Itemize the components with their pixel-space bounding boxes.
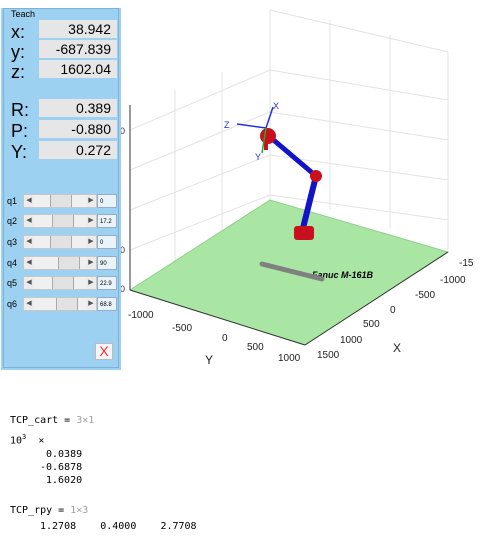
joint-value-field-2[interactable]: 17.2 bbox=[97, 214, 117, 228]
z-value-field[interactable]: 1602.04 bbox=[39, 60, 117, 78]
slider-thumb[interactable] bbox=[51, 215, 74, 227]
joint-label-1: q1 bbox=[7, 196, 18, 206]
slider-left-arrow-icon[interactable]: ◀ bbox=[24, 257, 34, 269]
slider-thumb[interactable] bbox=[50, 195, 72, 207]
cart-scale-base: 10 bbox=[10, 435, 23, 447]
cart-scale-multiply: × bbox=[38, 435, 45, 447]
rpy-values-row: 1.2708 0.4000 2.7708 bbox=[40, 521, 197, 532]
y-axis-label: Y bbox=[205, 353, 213, 367]
y-tick: 1000 bbox=[278, 353, 301, 364]
x-label: x: bbox=[11, 22, 26, 42]
x-tick: 500 bbox=[363, 319, 380, 330]
slider-thumb[interactable] bbox=[55, 298, 78, 310]
slider-left-arrow-icon[interactable]: ◀ bbox=[24, 215, 34, 227]
slider-right-arrow-icon[interactable]: ▶ bbox=[86, 215, 96, 227]
slider-thumb[interactable] bbox=[50, 236, 72, 248]
cart-value-row: 0.0389 bbox=[46, 449, 83, 460]
joint-value-field-5[interactable]: 22.9 bbox=[97, 276, 117, 290]
joint-value-field-6[interactable]: 68.8 bbox=[97, 297, 117, 311]
joint-slider-1[interactable]: ◀ ▶ bbox=[23, 194, 97, 208]
joint-slider-3[interactable]: ◀ ▶ bbox=[23, 235, 97, 249]
x-tick: 1000 bbox=[340, 335, 363, 346]
joint-slider-5[interactable]: ◀ ▶ bbox=[23, 276, 97, 290]
x-value-field[interactable]: 38.942 bbox=[39, 20, 117, 38]
joint-value-field-4[interactable]: 90 bbox=[97, 256, 117, 270]
rpy-value: 2.7708 bbox=[160, 521, 197, 532]
rpy-size: 1×3 bbox=[70, 505, 89, 516]
tool-y-label: Y bbox=[255, 152, 261, 162]
y-label: y: bbox=[11, 42, 26, 62]
robot-upper-arm bbox=[268, 135, 318, 178]
pitch-value-field[interactable]: -0.880 bbox=[39, 120, 117, 138]
robot-elbow-joint bbox=[310, 170, 322, 182]
y-tick: 500 bbox=[247, 342, 264, 353]
roll-label: R: bbox=[11, 100, 29, 120]
joint-label-6: q6 bbox=[7, 299, 18, 309]
console-rpy-header: TCP_rpy = 1×3 bbox=[10, 505, 88, 516]
cart-size: 3×1 bbox=[76, 415, 95, 426]
yaw-label: Y: bbox=[11, 142, 28, 162]
x-axis-label: X bbox=[393, 341, 401, 355]
cart-value-row: -0.6878 bbox=[40, 462, 83, 473]
slider-right-arrow-icon[interactable]: ▶ bbox=[86, 195, 96, 207]
cart-value-row: 1.6020 bbox=[46, 475, 83, 486]
slider-thumb[interactable] bbox=[58, 257, 80, 269]
joint-value-field-1[interactable]: 0 bbox=[97, 194, 117, 208]
rpy-value: 1.2708 bbox=[40, 521, 77, 532]
yaw-value-field[interactable]: 0.272 bbox=[39, 141, 117, 159]
slider-right-arrow-icon[interactable]: ▶ bbox=[86, 277, 96, 289]
slider-right-arrow-icon[interactable]: ▶ bbox=[86, 298, 96, 310]
slider-thumb[interactable] bbox=[52, 277, 75, 289]
slider-right-arrow-icon[interactable]: ▶ bbox=[86, 236, 96, 248]
slider-left-arrow-icon[interactable]: ◀ bbox=[24, 236, 34, 248]
y-value-field[interactable]: -687.839 bbox=[39, 40, 117, 58]
joint-slider-4[interactable]: ◀ ▶ bbox=[23, 256, 97, 270]
robot-base bbox=[294, 226, 314, 240]
x-tick: -500 bbox=[415, 290, 435, 301]
x-tick: -1000 bbox=[440, 275, 466, 286]
tool-z-label: Z bbox=[224, 120, 230, 130]
pitch-label: P: bbox=[11, 121, 29, 141]
z-label: z: bbox=[11, 62, 26, 82]
rpy-var-name: TCP_rpy = bbox=[10, 505, 71, 516]
joint-slider-2[interactable]: ◀ ▶ bbox=[23, 214, 97, 228]
roll-value-field[interactable]: 0.389 bbox=[39, 99, 117, 117]
joint-slider-6[interactable]: ◀ ▶ bbox=[23, 297, 97, 311]
slider-left-arrow-icon[interactable]: ◀ bbox=[24, 298, 34, 310]
y-tick: -500 bbox=[172, 323, 192, 334]
joint-label-3: q3 bbox=[7, 237, 18, 247]
slider-left-arrow-icon[interactable]: ◀ bbox=[24, 195, 34, 207]
tool-x-label: X bbox=[273, 101, 279, 111]
rpy-value: 0.4000 bbox=[100, 521, 137, 532]
joint-value-field-3[interactable]: 0 bbox=[97, 235, 117, 249]
joint-label-2: q2 bbox=[7, 216, 18, 226]
slider-left-arrow-icon[interactable]: ◀ bbox=[24, 277, 34, 289]
teach-panel-title: Teach bbox=[9, 9, 38, 19]
cart-var-name: TCP_cart = bbox=[10, 415, 77, 426]
x-tick: -15 bbox=[459, 258, 474, 269]
cart-scale-exponent: 3 bbox=[22, 433, 27, 441]
joint-label-5: q5 bbox=[7, 278, 18, 288]
close-button[interactable]: X bbox=[95, 343, 113, 360]
slider-right-arrow-icon[interactable]: ▶ bbox=[86, 257, 96, 269]
y-tick: -1000 bbox=[128, 310, 154, 321]
y-tick: 0 bbox=[222, 333, 228, 344]
console-cart-header: TCP_cart = 3×1 bbox=[10, 415, 94, 426]
joint-label-4: q4 bbox=[7, 258, 18, 268]
x-tick: 0 bbox=[390, 305, 396, 316]
teach-panel: Teach x: 38.942 y: -687.839 z: 1602.04 R… bbox=[1, 8, 121, 370]
console-cart-scale: 103 × bbox=[10, 433, 44, 446]
x-tick: 1500 bbox=[317, 350, 340, 361]
